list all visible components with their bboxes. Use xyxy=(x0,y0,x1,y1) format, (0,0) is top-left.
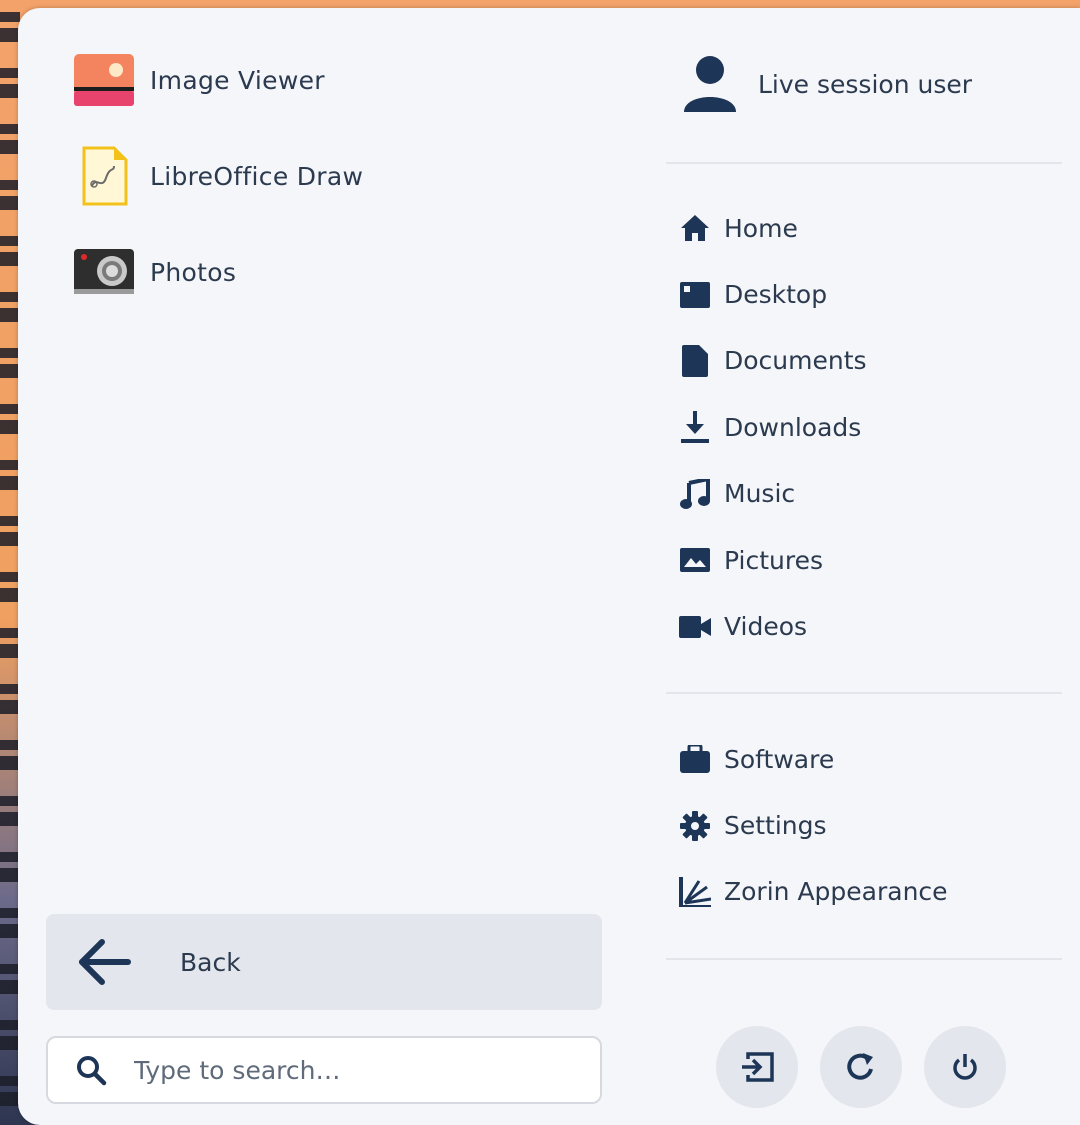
system-item-software[interactable]: Software xyxy=(678,726,948,792)
libreoffice-draw-icon xyxy=(74,146,134,206)
place-item-videos[interactable]: Videos xyxy=(678,593,867,659)
user-account[interactable]: Live session user xyxy=(680,54,972,114)
power-icon xyxy=(953,1054,977,1080)
system-list: Software Settings Zorin Appearance xyxy=(678,726,948,925)
place-label: Pictures xyxy=(724,545,823,575)
divider xyxy=(666,692,1062,694)
desktop-icon xyxy=(678,278,712,312)
place-label: Downloads xyxy=(724,412,862,442)
back-label: Back xyxy=(180,947,241,977)
search-input[interactable] xyxy=(132,1054,556,1086)
back-button[interactable]: Back xyxy=(46,914,602,1010)
home-icon xyxy=(678,211,712,245)
music-icon xyxy=(678,477,712,511)
app-item-image-viewer[interactable]: Image Viewer xyxy=(74,48,634,112)
place-label: Documents xyxy=(724,346,867,376)
video-icon xyxy=(678,610,712,644)
photos-camera-icon xyxy=(74,242,134,302)
document-icon xyxy=(678,344,712,378)
place-label: Home xyxy=(724,213,798,243)
restart-button[interactable] xyxy=(820,1026,902,1108)
place-label: Videos xyxy=(724,612,808,642)
logout-button[interactable] xyxy=(716,1026,798,1108)
system-item-zorin-appearance[interactable]: Zorin Appearance xyxy=(678,859,948,925)
system-label: Zorin Appearance xyxy=(724,877,948,907)
arrow-left-icon xyxy=(79,939,131,985)
app-list: Image Viewer LibreOffice Draw Photos xyxy=(74,48,634,336)
system-label: Software xyxy=(724,744,835,774)
desktop-background-strip xyxy=(0,0,20,1125)
place-item-documents[interactable]: Documents xyxy=(678,328,867,394)
system-label: Settings xyxy=(724,811,827,841)
divider xyxy=(666,162,1062,164)
place-label: Desktop xyxy=(724,280,828,310)
image-viewer-icon xyxy=(74,50,134,110)
place-item-desktop[interactable]: Desktop xyxy=(678,261,867,327)
place-label: Music xyxy=(724,479,796,509)
download-icon xyxy=(678,410,712,444)
place-item-pictures[interactable]: Pictures xyxy=(678,527,867,593)
search-box[interactable] xyxy=(46,1036,602,1104)
gear-icon xyxy=(678,809,712,843)
place-item-downloads[interactable]: Downloads xyxy=(678,394,867,460)
pictures-icon xyxy=(678,543,712,577)
appearance-icon xyxy=(678,875,712,909)
app-item-libreoffice-draw[interactable]: LibreOffice Draw xyxy=(74,144,634,208)
power-buttons xyxy=(716,1026,1006,1108)
user-icon xyxy=(684,56,736,112)
power-off-button[interactable] xyxy=(924,1026,1006,1108)
restart-icon xyxy=(847,1053,873,1080)
system-item-settings[interactable]: Settings xyxy=(678,792,948,858)
search-icon xyxy=(77,1056,107,1086)
logout-icon xyxy=(742,1052,774,1082)
app-item-photos[interactable]: Photos xyxy=(74,240,634,304)
places-list: Home Desktop Documents Downloads Music P… xyxy=(678,195,867,660)
place-item-music[interactable]: Music xyxy=(678,461,867,527)
app-label: Photos xyxy=(150,257,237,287)
place-item-home[interactable]: Home xyxy=(678,195,867,261)
software-icon xyxy=(678,742,712,776)
divider xyxy=(666,958,1062,960)
user-name: Live session user xyxy=(758,69,973,99)
start-menu: Image Viewer LibreOffice Draw Photos Bac… xyxy=(18,8,1080,1125)
app-label: LibreOffice Draw xyxy=(150,161,364,191)
app-label: Image Viewer xyxy=(150,65,325,95)
